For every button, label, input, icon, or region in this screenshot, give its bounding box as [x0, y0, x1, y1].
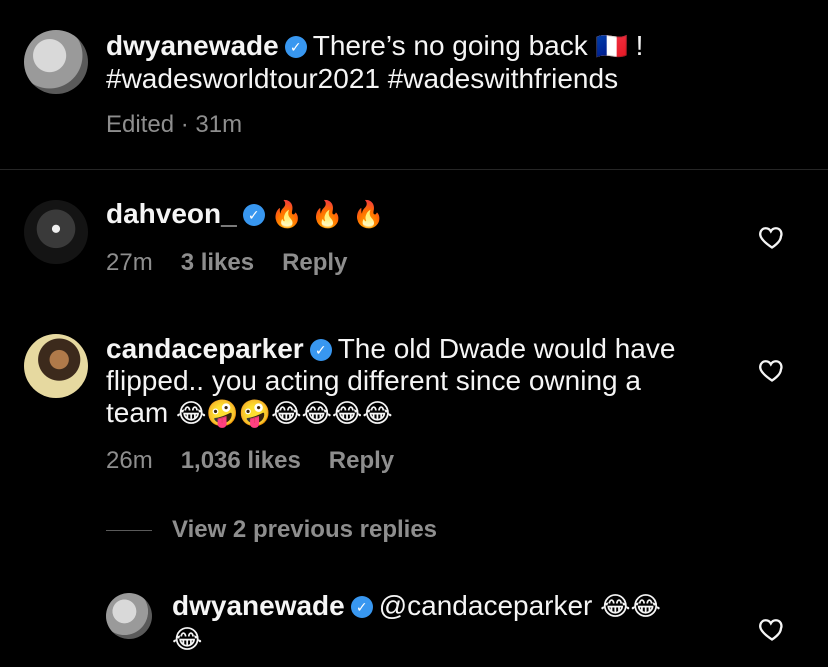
divider [0, 169, 828, 170]
verified-badge-icon: ✓ [309, 339, 332, 361]
caption-username[interactable]: dwyanewade [106, 30, 279, 61]
comment-text: dahveon_ ✓ 🔥 🔥 🔥 [106, 198, 384, 231]
avatar[interactable] [24, 334, 88, 398]
view-replies-button[interactable]: View 2 previous replies [106, 516, 437, 544]
comment-likes[interactable]: 3 likes [181, 249, 254, 276]
reply-button[interactable]: Reply [329, 447, 394, 474]
comment-username[interactable]: candaceparker [106, 333, 304, 364]
avatar[interactable] [106, 593, 152, 639]
avatar[interactable] [24, 200, 88, 264]
caption-text: dwyanewade ✓ There’s no going back 🇫🇷 ! #w… [106, 30, 806, 95]
reply-text: dwyanewade ✓ @candaceparker 😂😂 😂 [172, 590, 732, 656]
verified-badge-icon: ✓ [350, 596, 373, 618]
caption-line1: There’s no going back [312, 30, 588, 61]
avatar[interactable] [24, 30, 88, 94]
caption-edited: Edited · 31m [106, 111, 243, 138]
reply-button[interactable]: Reply [282, 249, 347, 276]
heart-icon[interactable] [758, 356, 786, 384]
comment-time: 26m [106, 447, 153, 474]
laugh-emojis: 😂🤪🤪😂😂😂😂 [176, 399, 393, 429]
comment-text: candaceparker ✓ The old Dwade would have f… [106, 333, 746, 430]
comment-meta: 27m 3 likes Reply [106, 249, 375, 277]
comment-line2: flipped.. you acting different since own… [106, 365, 641, 396]
comment-likes[interactable]: 1,036 likes [181, 447, 301, 474]
comment-line3: team [106, 397, 169, 428]
reply-mention[interactable]: @candaceparker [379, 590, 593, 621]
comment-meta: 26m 1,036 likes Reply [106, 447, 422, 475]
post-caption: dwyanewade ✓ There’s no going back 🇫🇷 ! #w… [0, 0, 828, 170]
fire-emojis: 🔥 🔥 🔥 [270, 200, 385, 230]
flag-icon: 🇫🇷 [595, 32, 628, 62]
heart-icon[interactable] [758, 223, 786, 251]
reply-username[interactable]: dwyanewade [172, 590, 345, 621]
comment-username[interactable]: dahveon_ [106, 198, 237, 229]
divider [106, 530, 152, 532]
caption-exclaim: ! [627, 30, 644, 61]
verified-badge-icon: ✓ [242, 204, 265, 226]
verified-badge-icon: ✓ [284, 36, 307, 58]
laugh-emojis: 😂😂 [600, 592, 661, 622]
heart-icon[interactable] [758, 615, 786, 643]
laugh-emoji: 😂 [172, 625, 203, 655]
comment-line1: The old Dwade would have [337, 333, 676, 364]
comment-time: 27m [106, 249, 153, 276]
view-replies-label: View 2 previous replies [172, 516, 438, 543]
caption-hashtags[interactable]: #wadesworldtour2021 #wadeswithfriends [106, 63, 618, 94]
